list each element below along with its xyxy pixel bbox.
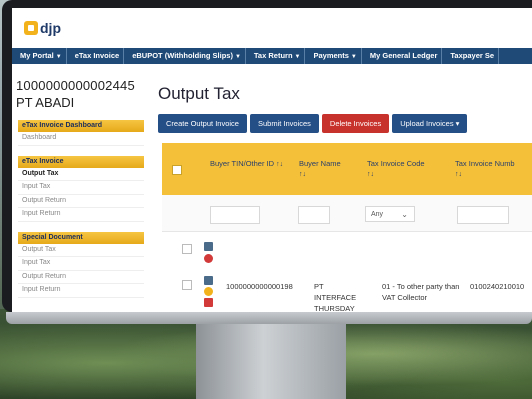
djp-logo[interactable]: djp — [24, 20, 61, 36]
chevron-down-icon: ▾ — [455, 119, 460, 128]
nav-general-ledger[interactable]: My General Ledger — [366, 48, 443, 64]
djp-logo-icon — [24, 21, 38, 35]
sort-icon[interactable]: ↑↓ — [455, 171, 462, 178]
chevron-down-icon: ▼ — [55, 54, 62, 60]
sidebar-item-special-input-return[interactable]: Input Return — [18, 284, 144, 298]
nav-tax-return[interactable]: Tax Return ▼ — [250, 48, 306, 64]
column-tax-invoice-number[interactable]: Tax Invoice Numb ↑↓ — [455, 159, 525, 180]
sidebar-section-etax-dashboard: eTax Invoice Dashboard — [18, 120, 144, 132]
cell-tax-invoice-number: 0100240210010 — [470, 282, 525, 291]
sidebar-item-special-input-tax[interactable]: Input Tax — [18, 257, 144, 271]
pdf-icon[interactable] — [204, 298, 213, 307]
column-buyer-tin[interactable]: Buyer TIN/Other ID ↑↓ — [210, 159, 290, 170]
delete-invoices-button[interactable]: Delete Invoices — [321, 114, 390, 133]
sort-icon[interactable]: ↑↓ — [367, 171, 374, 178]
filter-tax-invoice-number-input[interactable] — [457, 206, 509, 224]
sidebar-item-special-output-return[interactable]: Output Return — [18, 271, 144, 284]
nav-etax-invoice[interactable]: eTax Invoice — [71, 48, 125, 64]
chevron-down-icon: ▼ — [350, 54, 357, 60]
chevron-down-icon: ▼ — [294, 54, 301, 60]
row-checkbox[interactable] — [182, 280, 192, 290]
cell-buyer-name: PT INTERFACE THURSDAY — [314, 282, 357, 312]
delete-icon[interactable] — [204, 254, 213, 263]
nav-my-portal[interactable]: My Portal ▼ — [16, 48, 67, 64]
sidebar-item-input-return[interactable]: Input Return — [18, 208, 144, 222]
submit-invoices-button[interactable]: Submit Invoices — [249, 114, 319, 133]
sidebar-item-output-tax[interactable]: Output Tax — [18, 168, 144, 181]
column-tax-invoice-code[interactable]: Tax Invoice Code ↑↓ — [367, 159, 449, 180]
page-title: Output Tax — [158, 84, 240, 103]
sidebar: 1000000000002445 PT ABADI eTax Invoice D… — [12, 68, 158, 312]
filter-tax-invoice-code-select[interactable]: Any ⌄ — [365, 206, 415, 222]
main-nav: My Portal ▼ eTax Invoice eBUPOT (Withhold… — [12, 48, 532, 64]
top-bar: djp — [12, 8, 532, 48]
sidebar-item-input-tax[interactable]: Input Tax — [18, 181, 144, 195]
chevron-down-icon: ⌄ — [401, 210, 408, 219]
sort-icon[interactable]: ↑↓ — [276, 161, 283, 168]
pending-status-icon — [204, 287, 213, 296]
filter-row: Any ⌄ — [162, 195, 532, 232]
monitor-chin — [6, 312, 532, 324]
upload-invoices-button[interactable]: Upload Invoices ▾ — [392, 114, 468, 133]
sort-icon[interactable]: ↑↓ — [299, 171, 306, 178]
sidebar-section-special-document: Special Document — [18, 231, 144, 244]
screen: djp My Portal ▼ eTax Invoice eBUPOT (With… — [12, 8, 532, 312]
cell-buyer-tin: 1000000000000198 — [226, 282, 293, 291]
nav-ebupot[interactable]: eBUPOT (Withholding Slips) ▼ — [128, 48, 246, 64]
account-name: PT ABADI — [16, 95, 75, 110]
sidebar-item-special-output-tax[interactable]: Output Tax — [18, 244, 144, 257]
nav-taxpayer-services[interactable]: Taxpayer Se — [446, 48, 500, 64]
main-content: Output Tax Create Output Invoice Submit … — [158, 68, 532, 312]
create-output-invoice-button[interactable]: Create Output Invoice — [158, 114, 247, 133]
table-header: Buyer TIN/Other ID ↑↓ Buyer Name ↑↓ Tax I… — [162, 143, 532, 195]
cell-tax-invoice-code: 01 - To other party than VAT Collector — [382, 282, 460, 302]
row-checkbox[interactable] — [182, 244, 192, 254]
account-id: 1000000000002445 — [16, 78, 135, 93]
logo-text: djp — [40, 20, 61, 36]
monitor-stand — [196, 324, 346, 399]
nav-payments[interactable]: Payments ▼ — [309, 48, 362, 64]
sidebar-item-dashboard[interactable]: Dashboard — [18, 132, 144, 146]
sidebar-section-etax-invoice: eTax Invoice — [18, 155, 144, 168]
select-all-checkbox[interactable] — [172, 165, 182, 175]
edit-icon[interactable] — [204, 242, 213, 251]
action-toolbar: Create Output Invoice Submit Invoices De… — [158, 114, 532, 133]
edit-icon[interactable] — [204, 276, 213, 285]
filter-buyer-name-input[interactable] — [298, 206, 330, 224]
sidebar-item-output-return[interactable]: Output Return — [18, 195, 144, 208]
chevron-down-icon: ▼ — [234, 54, 241, 60]
filter-buyer-tin-input[interactable] — [210, 206, 260, 224]
column-buyer-name[interactable]: Buyer Name ↑↓ — [299, 159, 361, 180]
